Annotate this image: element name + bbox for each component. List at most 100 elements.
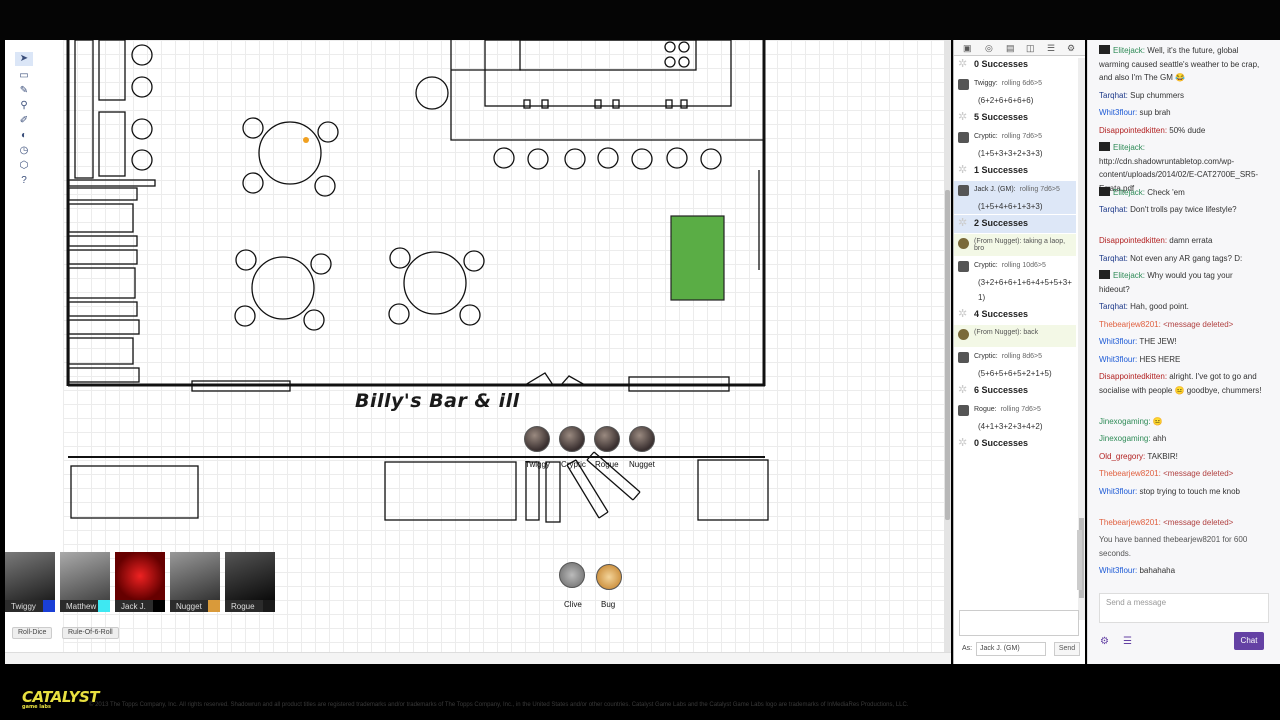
chat-username[interactable]: Tarqhat: (1099, 91, 1128, 100)
success-count: 1 Successes (974, 165, 1029, 175)
avatar (958, 238, 969, 249)
player-name: Jack J. (121, 602, 146, 611)
success-count: 0 Successes (974, 59, 1029, 69)
token-twiggy[interactable] (524, 426, 550, 452)
dice-results: (6+2+6+6+6+6) (978, 96, 1034, 105)
settings-tab-icon[interactable]: ⚙ (1067, 43, 1075, 54)
chat-username[interactable]: Whit3flour: (1099, 355, 1137, 364)
art-tab-icon[interactable]: ◎ (985, 43, 993, 54)
map-horizontal-scrollbar[interactable] (5, 652, 951, 664)
roll-entry: ✲ 5 Successes (954, 109, 1076, 127)
token-cryptic[interactable] (559, 426, 585, 452)
token-rogue[interactable] (594, 426, 620, 452)
chat-username[interactable]: Whit3flour: (1099, 337, 1137, 346)
chat-username[interactable]: Thebearjew8201: (1099, 518, 1161, 527)
token-label: Cryptic (561, 460, 586, 469)
chat-scrollbar[interactable] (1077, 530, 1082, 590)
compendium-tab-icon[interactable]: ◫ (1026, 43, 1035, 54)
player-nugget[interactable]: Nugget (170, 552, 220, 614)
success-icon: ✲ (958, 217, 968, 229)
chat-username[interactable]: Thebearjew8201: (1099, 469, 1161, 478)
pencil-tool-icon[interactable]: ✐ (15, 114, 33, 128)
broadcaster-badge-icon (1099, 142, 1110, 151)
avatar (958, 352, 969, 363)
chat-username[interactable]: Thebearjew8201: (1099, 320, 1161, 329)
chat-message: You have banned thebearjew8201 for 600 s… (1099, 533, 1264, 560)
list-tab-icon[interactable]: ☰ (1047, 43, 1055, 54)
avatar (958, 329, 969, 340)
player-matthew[interactable]: Matthew W. (60, 552, 110, 614)
chat-text: Hah, good point. (1130, 302, 1189, 311)
dice-results: (1+5+4+6+1+3+3) (978, 202, 1043, 211)
rule-of-6-macro-button[interactable]: Rule-Of-6-Roll (62, 627, 119, 639)
avatar (958, 405, 969, 416)
draw-tool-icon[interactable]: ✎ (15, 84, 33, 98)
chat-username[interactable]: Whit3flour: (1099, 566, 1137, 575)
chat-input[interactable]: Send a message (1099, 593, 1269, 623)
chat-username[interactable]: Tarqhat: (1099, 302, 1128, 311)
chat-username[interactable]: Tarqhat: (1099, 254, 1128, 263)
list-icon[interactable]: ☰ (1123, 636, 1132, 647)
speak-as-label: As: (962, 645, 973, 652)
journal-tab-icon[interactable]: ▤ (1006, 43, 1015, 54)
layers-tool-icon[interactable]: ▭ (15, 69, 33, 83)
roll-header: Cryptic: rolling 7d6>5 (974, 133, 1042, 140)
roll-header: Rogue: rolling 7d6>5 (974, 406, 1041, 413)
top-bar (0, 0, 1280, 40)
dice-results: (1+5+3+3+2+3+3) (978, 149, 1043, 158)
chat-message: Tarqhat: Hah, good point. (1099, 300, 1264, 314)
chat-username[interactable]: Disappointedkitten: (1099, 126, 1167, 135)
chat-message: Whit3flour: bahahaha (1099, 564, 1264, 578)
chat-username[interactable]: Jinexogaming: (1099, 434, 1151, 443)
roll-send-button[interactable]: Send (1054, 642, 1080, 656)
roll-entry: (From Nugget): taking a laop, bro (954, 234, 1076, 256)
chat-tab-icon[interactable]: ▣ (963, 43, 972, 54)
dice-log-panel: ▣ ◎ ▤ ◫ ☰ ⚙ ✲ 0 Successes Twiggy: rolling 6… (953, 40, 1085, 664)
chat-send-button[interactable]: Chat (1234, 632, 1264, 650)
chat-username[interactable]: Disappointedkitten: (1099, 372, 1167, 381)
token-nugget[interactable] (629, 426, 655, 452)
token-bug[interactable] (596, 564, 622, 590)
speak-as-select[interactable]: Jack J. (GM) (976, 642, 1046, 656)
chat-username[interactable]: Whit3flour: (1099, 108, 1137, 117)
token-clive[interactable] (559, 562, 585, 588)
roll-entry: ✲ 1 Successes (954, 162, 1076, 180)
fog-tool-icon[interactable]: ◐ (15, 129, 33, 143)
player-rogue[interactable]: Rogue (225, 552, 275, 614)
broadcaster-badge-icon (1099, 186, 1110, 196)
chat-username[interactable]: Elitejack: (1113, 188, 1145, 197)
map-vertical-scrollbar[interactable] (944, 40, 951, 652)
roll-input[interactable] (959, 610, 1079, 636)
chat-username[interactable]: Elitejack: (1113, 46, 1145, 55)
chat-username[interactable]: Disappointedkitten: (1099, 236, 1167, 245)
success-icon: ✲ (958, 111, 968, 123)
chat-message: Disappointedkitten: damn errata (1099, 234, 1264, 248)
chat-username[interactable]: Jinexogaming: (1099, 417, 1151, 426)
chat-message: Tarqhat: Sup chummers (1099, 89, 1264, 103)
chat-message: Tarqhat: Don't trolls pay twice lifestyl… (1099, 203, 1264, 217)
dice-tool-icon[interactable]: ⬡ (15, 159, 33, 173)
chat-message: Old_gregory: TAKBIR! (1099, 450, 1264, 464)
success-icon: ✲ (958, 58, 968, 70)
chat-username[interactable]: Old_gregory: (1099, 452, 1145, 461)
roll-dice-macro-button[interactable]: Roll-Dice (12, 627, 53, 639)
player-name: Nugget (176, 602, 202, 611)
chat-username[interactable]: Elitejack: (1113, 271, 1145, 280)
chat-message: Disappointedkitten: 50% dude (1099, 124, 1264, 138)
player-jack[interactable]: Jack J. (115, 552, 165, 614)
ruler-tool-icon[interactable]: ◷ (15, 144, 33, 158)
chat-text: stop trying to touch me knob (1139, 486, 1240, 496)
roller-name: Twiggy: (974, 80, 998, 87)
roll-command: rolling 10d6>5 (1001, 262, 1046, 269)
chat-username[interactable]: Elitejack: (1113, 143, 1145, 152)
select-tool-icon[interactable]: ➤ (15, 52, 33, 66)
zoom-tool-icon[interactable]: ⚲ (15, 99, 33, 113)
player-color-swatch (98, 600, 110, 612)
player-twiggy[interactable]: Twiggy (5, 552, 55, 614)
chat-username[interactable]: Whit3flour: (1099, 487, 1137, 496)
avatar (115, 552, 165, 600)
avatar (60, 552, 110, 600)
chat-username[interactable]: Tarqhat: (1099, 205, 1128, 214)
settings-icon[interactable]: ⚙ (1100, 636, 1109, 647)
help-tool-icon[interactable]: ? (15, 174, 33, 188)
